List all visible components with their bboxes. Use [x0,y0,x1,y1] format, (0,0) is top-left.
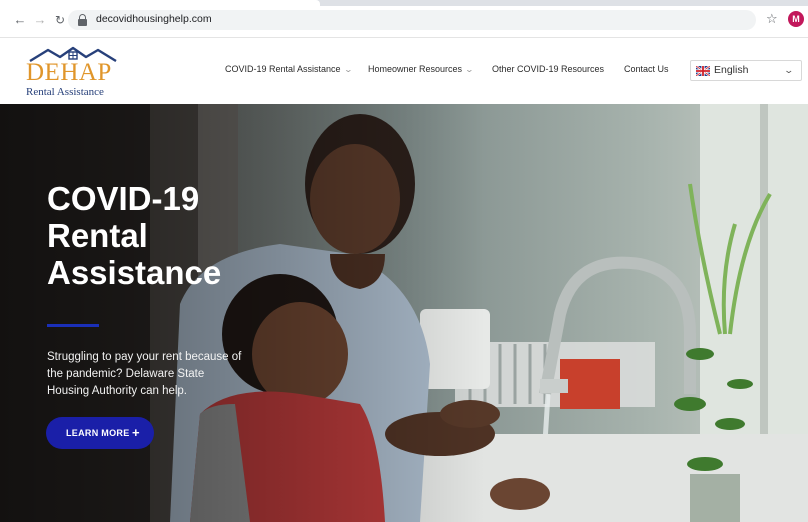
learn-more-button[interactable]: LEARN MORE + [46,417,154,449]
arrow-right-icon[interactable]: → [32,12,48,28]
dehap-logo[interactable]: DEHAP Rental Assistance [24,46,124,100]
profile-avatar[interactable]: M [788,11,804,27]
nav-other-covid-resources[interactable]: Other COVID-19 Resources [492,64,604,74]
nav-item-label: Contact Us [624,64,669,74]
nav-item-label: Other COVID-19 Resources [492,64,605,74]
language-select[interactable]: English ⌄ [690,60,802,81]
nav-covid-rental-assistance[interactable]: COVID-19 Rental Assistance ⌄ [225,64,353,74]
logo-wordmark: DEHAP [26,59,112,86]
site-header: DEHAP Rental Assistance COVID-19 Rental … [0,38,808,104]
arrow-left-icon[interactable]: ← [12,12,28,28]
plus-icon: + [132,425,140,440]
nav-item-label: COVID-19 Rental Assistance [225,64,341,74]
star-icon[interactable]: ☆ [766,11,778,27]
hero-divider [47,324,99,327]
lock-icon [78,14,87,26]
hero-photo-image [0,104,808,522]
hero-title-line: Rental [47,217,148,254]
hero-description: Struggling to pay your rent because of t… [47,349,279,400]
nav-homeowner-resources[interactable]: Homeowner Resources ⌄ [368,64,475,74]
chevron-down-icon: ⌄ [783,65,795,75]
nav-item-label: Homeowner Resources [368,64,463,74]
logo-subtitle: Rental Assistance [26,86,104,98]
active-tab[interactable] [0,0,320,6]
chevron-down-icon: ⌄ [464,65,475,74]
chevron-down-icon: ⌄ [343,65,353,74]
address-bar[interactable]: decovidhousinghelp.com [68,10,756,30]
hero-title-line: Assistance [47,254,222,291]
hero-text-line: Housing Authority can help. [47,385,188,397]
hero-text-line: the pandemic? Delaware State [47,368,205,380]
reload-icon[interactable]: ↻ [52,12,68,28]
hero-text-line: Struggling to pay your rent because of [47,351,242,363]
learn-more-label: LEARN MORE [66,428,130,438]
uk-flag-icon [696,66,710,76]
hero-title: COVID-19 Rental Assistance [47,180,287,291]
nav-contact-us[interactable]: Contact Us [624,64,669,74]
hero-section: COVID-19 Rental Assistance Struggling to… [0,104,808,522]
language-label: English [714,64,749,76]
url-text: decovidhousinghelp.com [96,13,212,25]
browser-chrome: ← → ↻ decovidhousinghelp.com ☆ M [0,0,808,38]
hero-title-line: COVID-19 [47,180,200,217]
tab-strip [0,0,808,6]
